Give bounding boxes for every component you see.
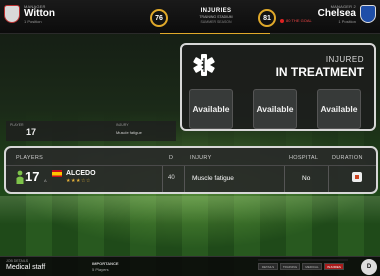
injured-label: INJURED [325,55,364,64]
table-header: PLAYERS D INJURY HOSPITAL DURATION [6,148,376,166]
away-crest-icon [360,5,376,23]
player-position: A [44,178,47,183]
screen-title-sub: TRAINING STADIUM [199,15,233,19]
treatment-slot-2[interactable]: Available [253,89,297,129]
bottom-tabs: DETAILS TRAINING MEDICAL INJURIES [258,263,344,270]
title-underline [160,33,270,34]
player-status-icon [16,170,24,184]
away-rating-badge: 81 [258,9,276,27]
faint-col-player: PLAYER [10,123,24,127]
home-team-name: Witton [24,8,56,19]
header-days: D [169,155,174,161]
faint-player-number: 17 [26,127,37,137]
header-duration: DURATION [332,155,363,161]
player-number: 17 [25,169,40,184]
importance-label: IMPORTANCE [92,261,119,266]
background-player-row: PLAYER INJURY 17 Muscle fatigue [6,121,176,141]
divider [162,166,163,192]
player-rating-stars: ★★★☆☆ [66,178,91,184]
bottom-bar: JOB DETAILS Medical staff IMPORTANCE 5 P… [0,256,380,276]
spain-flag-icon [52,170,62,177]
away-team-name: Chelsea [317,8,356,19]
top-bar: MANAGER Witton 1 Position 76 INJURIES TR… [0,0,380,34]
tab-training[interactable]: TRAINING [280,263,300,270]
job-details-label: JOB DETAILS [6,259,29,263]
medical-cross-icon [193,54,215,76]
progress-track [258,259,348,261]
home-team-position: 1 Position [24,19,42,24]
divider [328,166,329,192]
treatment-slot-1[interactable]: Available [189,89,233,129]
injury-type: Muscle fatigue [192,175,234,182]
goal-indicator: 80 THE GOAL [280,18,312,23]
stadium-lights [0,196,380,224]
faint-col-injury: INJURY [116,123,129,127]
away-team-position: 1 Position [338,19,356,24]
staff-title: Medical staff [6,264,46,271]
home-rating-badge: 76 [150,9,168,27]
home-team[interactable]: MANAGER Witton 1 Position [4,4,55,24]
screen-title: INJURIES TRAINING STADIUM SUMMER SEASON [168,8,264,24]
tab-medical[interactable]: MEDICAL [302,263,322,270]
injured-status: IN TREATMENT [275,65,364,79]
goal-text: 80 THE GOAL [286,18,312,23]
header-hospital: HOSPITAL [289,155,319,161]
screen-title-main: INJURIES [200,8,232,14]
hospital-value: No [302,175,311,182]
treatment-slot-3[interactable]: Available [317,89,361,129]
tab-details[interactable]: DETAILS [258,263,278,270]
goal-dot-icon [280,18,284,23]
divider [284,166,285,192]
injured-panel: INJURED IN TREATMENT Available Available… [180,43,376,131]
player-name[interactable]: ALCEDO [66,170,96,177]
injury-days: 40 [168,175,175,181]
importance-value: 5 Players [92,267,109,272]
header-injury: INJURY [190,155,212,161]
tab-injuries[interactable]: INJURIES [324,263,344,270]
away-team[interactable]: MANAGER 2 Chelsea 1 Position [318,4,376,24]
duration-icon [352,172,362,182]
header-players: PLAYERS [16,155,44,161]
continue-button[interactable]: D [361,259,377,275]
screen-title-season: SUMMER SEASON [200,20,232,24]
faint-injury: Muscle fatigue [116,130,142,135]
home-crest-icon [4,5,20,23]
divider [184,166,185,192]
injured-player-row[interactable]: PLAYERS D INJURY HOSPITAL DURATION 17 A … [4,146,378,194]
